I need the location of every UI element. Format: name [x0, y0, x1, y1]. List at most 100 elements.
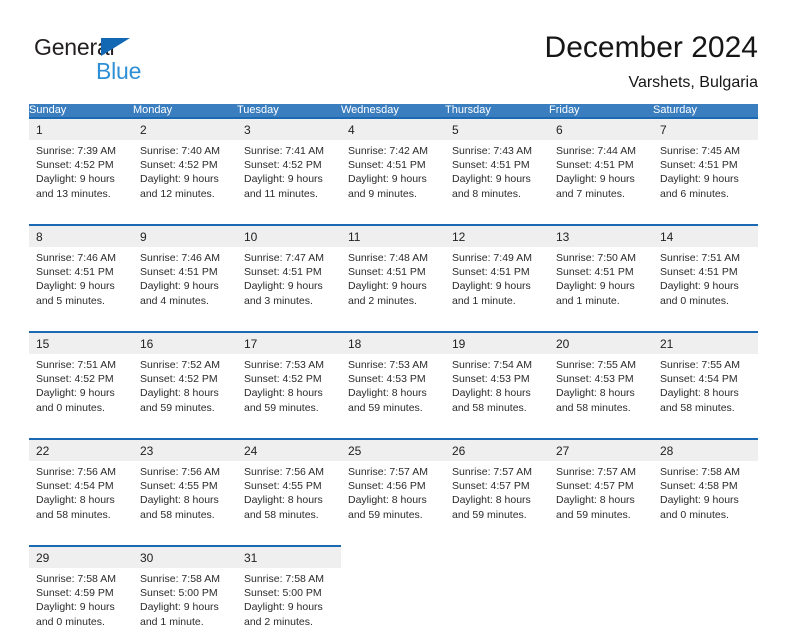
day-number-cell[interactable]: 30 [133, 545, 237, 568]
week-daynumber-row: 1234567 [29, 117, 758, 140]
detail-daylight-1: Daylight: 9 hours [36, 173, 115, 186]
week-daynumber-row: 15 16 17 18 19 20 21 [29, 331, 758, 354]
detail-sunrise: Sunrise: 7:58 AM [244, 573, 324, 585]
day-detail-cell[interactable]: Sunrise: 7:51 AM Sunset: 4:51 PM Daylight:… [653, 247, 758, 323]
day-detail-cell[interactable]: Sunrise: 7:42 AM Sunset: 4:51 PM Daylight:… [341, 140, 445, 216]
day-number-cell[interactable]: 10 [237, 224, 341, 247]
day-number-cell[interactable]: 8 [29, 224, 133, 247]
day-detail-cell[interactable]: Sunrise: 7:48 AM Sunset: 4:51 PM Daylight:… [341, 247, 445, 323]
day-number-cell[interactable]: 12 [445, 224, 549, 247]
detail-sunrise: Sunrise: 7:58 AM [660, 466, 740, 478]
day-header-sunday: Sunday [29, 104, 133, 118]
day-number-cell[interactable]: 20 [549, 331, 653, 354]
day-detail-cell[interactable]: Sunrise: 7:39 AM Sunset: 4:52 PM Daylight:… [29, 140, 133, 216]
detail-daylight-2: and 4 minutes. [140, 294, 209, 307]
day-detail-cell[interactable]: Sunrise: 7:41 AM Sunset: 4:52 PM Daylight:… [237, 140, 341, 216]
day-detail-cell[interactable]: Sunrise: 7:45 AM Sunset: 4:51 PM Daylight:… [653, 140, 758, 216]
day-number-cell[interactable]: 7 [653, 117, 758, 140]
day-number-cell[interactable]: 22 [29, 438, 133, 461]
day-number-cell[interactable]: 16 [133, 331, 237, 354]
detail-sunrise: Sunrise: 7:58 AM [140, 573, 220, 585]
day-number-cell[interactable]: 14 [653, 224, 758, 247]
day-detail-cell[interactable]: Sunrise: 7:46 AM Sunset: 4:51 PM Daylight:… [29, 247, 133, 323]
day-number-cell[interactable]: 24 [237, 438, 341, 461]
day-number-cell[interactable]: 19 [445, 331, 549, 354]
day-number-cell[interactable]: 23 [133, 438, 237, 461]
day-detail-cell[interactable]: Sunrise: 7:58 AM Sunset: 5:00 PM Daylight:… [237, 568, 341, 644]
day-number-cell[interactable]: 13 [549, 224, 653, 247]
detail-daylight-2: and 2 minutes. [244, 615, 313, 628]
calendar-table: Sunday Monday Tuesday Wednesday Thursday… [29, 104, 758, 644]
week-detail-row: Sunrise: 7:56 AM Sunset: 4:54 PM Daylight:… [29, 461, 758, 537]
day-number-cell[interactable]: 29 [29, 545, 133, 568]
day-number-cell[interactable]: 26 [445, 438, 549, 461]
day-number-cell[interactable]: 17 [237, 331, 341, 354]
day-number-cell[interactable]: 6 [549, 117, 653, 140]
detail-sunrise: Sunrise: 7:48 AM [348, 252, 428, 264]
day-detail-cell[interactable]: Sunrise: 7:57 AM Sunset: 4:56 PM Daylight:… [341, 461, 445, 537]
day-detail-cell[interactable]: Sunrise: 7:53 AM Sunset: 4:52 PM Daylight:… [237, 354, 341, 430]
day-number-cell[interactable]: 31 [237, 545, 341, 568]
day-detail-cell[interactable]: Sunrise: 7:40 AM Sunset: 4:52 PM Daylight:… [133, 140, 237, 216]
day-number-cell[interactable]: 21 [653, 331, 758, 354]
day-detail-cell[interactable]: Sunrise: 7:47 AM Sunset: 4:51 PM Daylight:… [237, 247, 341, 323]
day-detail-cell[interactable]: Sunrise: 7:53 AM Sunset: 4:53 PM Daylight:… [341, 354, 445, 430]
day-number-cell[interactable]: 2 [133, 117, 237, 140]
day-detail-cell[interactable]: Sunrise: 7:54 AM Sunset: 4:53 PM Daylight:… [445, 354, 549, 430]
day-detail-cell[interactable]: Sunrise: 7:51 AM Sunset: 4:52 PM Daylight:… [29, 354, 133, 430]
day-number-cell[interactable]: 11 [341, 224, 445, 247]
title-block: December 2024 Varshets, Bulgaria [545, 30, 758, 94]
detail-sunrise: Sunrise: 7:46 AM [140, 252, 220, 264]
day-detail-cell[interactable]: Sunrise: 7:56 AM Sunset: 4:54 PM Daylight:… [29, 461, 133, 537]
detail-daylight-1: Daylight: 9 hours [244, 280, 323, 293]
day-number-cell[interactable]: 28 [653, 438, 758, 461]
detail-daylight-1: Daylight: 9 hours [660, 494, 739, 507]
day-detail-cell[interactable]: Sunrise: 7:58 AM Sunset: 4:58 PM Daylight:… [653, 461, 758, 537]
day-detail-cell[interactable]: Sunrise: 7:58 AM Sunset: 4:59 PM Daylight:… [29, 568, 133, 644]
detail-sunrise: Sunrise: 7:57 AM [348, 466, 428, 478]
day-detail-cell[interactable]: Sunrise: 7:58 AM Sunset: 5:00 PM Daylight:… [133, 568, 237, 644]
detail-daylight-1: Daylight: 9 hours [140, 173, 219, 186]
day-detail-cell[interactable]: Sunrise: 7:49 AM Sunset: 4:51 PM Daylight:… [445, 247, 549, 323]
week-detail-row: Sunrise: 7:58 AM Sunset: 4:59 PM Daylight:… [29, 568, 758, 644]
calendar-body: 1 2 3 4 5 6 7 Sunrise: 7:39 AM Sunset: 4:52 PM Da… [29, 117, 758, 644]
detail-daylight-2: and 0 minutes. [36, 401, 105, 414]
detail-sunset: Sunset: 5:00 PM [140, 587, 218, 600]
day-detail-cell[interactable]: Sunrise: 7:55 AM Sunset: 4:53 PM Daylight:… [549, 354, 653, 430]
week-gap [29, 537, 758, 546]
day-number-cell[interactable]: 5 [445, 117, 549, 140]
week-daynumber-row: 8 9 10 11 12 13 14 [29, 224, 758, 247]
day-number-empty [445, 546, 549, 568]
detail-sunrise: Sunrise: 7:50 AM [556, 252, 636, 264]
day-detail-cell[interactable]: Sunrise: 7:52 AM Sunset: 4:52 PM Daylight:… [133, 354, 237, 430]
day-detail-cell[interactable]: Sunrise: 7:46 AM Sunset: 4:51 PM Daylight:… [133, 247, 237, 323]
day-detail-cell[interactable]: Sunrise: 7:56 AM Sunset: 4:55 PM Daylight:… [237, 461, 341, 537]
day-number-empty [341, 546, 445, 568]
day-number-cell[interactable]: 3 [237, 117, 341, 140]
day-detail-cell[interactable]: Sunrise: 7:57 AM Sunset: 4:57 PM Daylight:… [445, 461, 549, 537]
day-header-friday: Friday [549, 104, 653, 118]
day-number-cell[interactable]: 9 [133, 224, 237, 247]
detail-sunrise: Sunrise: 7:57 AM [452, 466, 532, 478]
day-number-cell[interactable]: 15 [29, 331, 133, 354]
day-number-cell[interactable]: 1 [29, 117, 133, 140]
detail-daylight-2: and 2 minutes. [348, 294, 417, 307]
detail-daylight-2: and 6 minutes. [660, 187, 729, 200]
day-number-cell[interactable]: 18 [341, 331, 445, 354]
day-detail-cell[interactable]: Sunrise: 7:50 AM Sunset: 4:51 PM Daylight:… [549, 247, 653, 323]
day-detail-cell[interactable]: Sunrise: 7:43 AM Sunset: 4:51 PM Daylight:… [445, 140, 549, 216]
detail-sunset: Sunset: 4:54 PM [36, 480, 114, 493]
detail-daylight-2: and 58 minutes. [556, 401, 631, 414]
day-number-cell[interactable]: 27 [549, 438, 653, 461]
detail-sunset: Sunset: 4:55 PM [244, 480, 322, 493]
day-detail-cell[interactable]: Sunrise: 7:56 AM Sunset: 4:55 PM Daylight:… [133, 461, 237, 537]
day-detail-cell[interactable]: Sunrise: 7:44 AM Sunset: 4:51 PM Daylight:… [549, 140, 653, 216]
detail-daylight-2: and 58 minutes. [244, 508, 319, 521]
detail-daylight-1: Daylight: 8 hours [348, 387, 427, 400]
detail-daylight-2: and 59 minutes. [348, 508, 423, 521]
day-detail-cell[interactable]: Sunrise: 7:55 AM Sunset: 4:54 PM Daylight:… [653, 354, 758, 430]
detail-daylight-1: Daylight: 8 hours [140, 387, 219, 400]
day-detail-cell[interactable]: Sunrise: 7:57 AM Sunset: 4:57 PM Daylight:… [549, 461, 653, 537]
day-number-cell[interactable]: 4 [341, 117, 445, 140]
day-number-cell[interactable]: 25 [341, 438, 445, 461]
